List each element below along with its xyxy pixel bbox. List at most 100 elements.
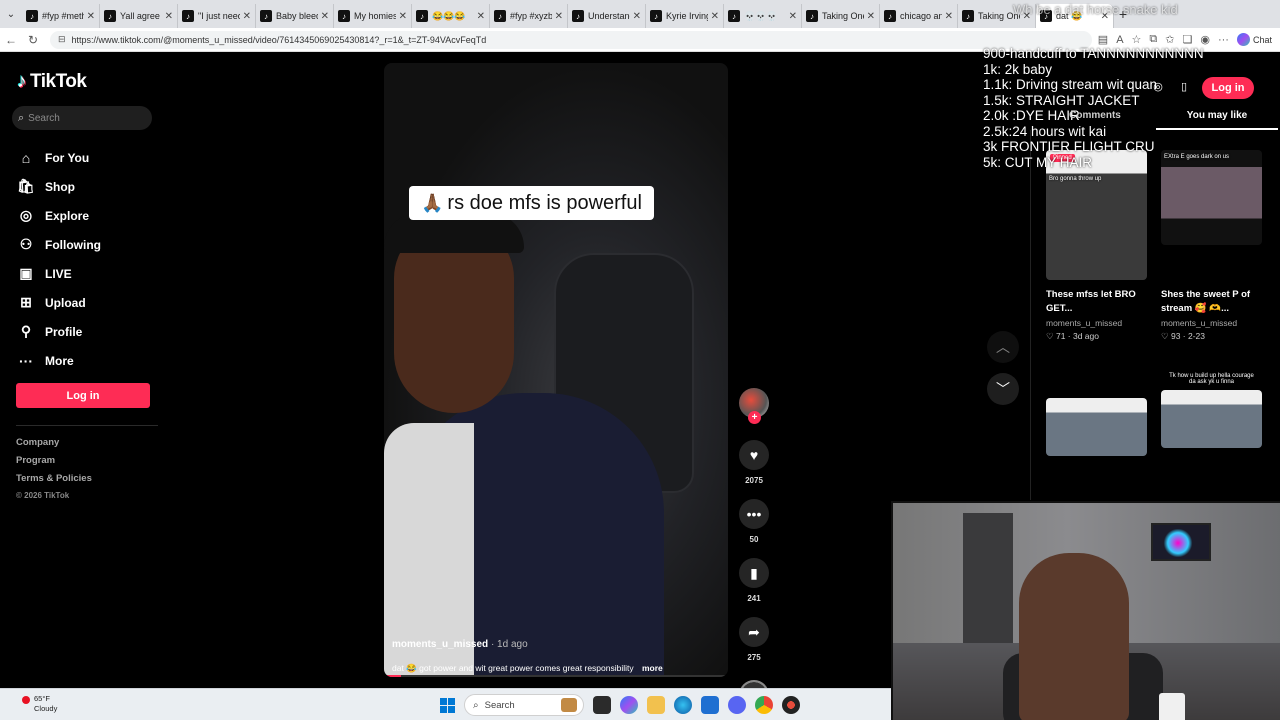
file-explorer-icon[interactable] bbox=[647, 696, 665, 714]
copilot-chat-button[interactable]: Chat bbox=[1236, 33, 1272, 46]
tab-close-icon[interactable]: ✕ bbox=[87, 11, 95, 22]
browser-tab[interactable]: ♪ #fyp #meth ✕ bbox=[22, 4, 100, 28]
sidebar-item-for-you[interactable]: ⌂ For You bbox=[17, 143, 157, 172]
share-arrow-icon[interactable]: ➦ bbox=[739, 617, 769, 647]
url-field[interactable]: ⊟ https://www.tiktok.com/@moments_u_miss… bbox=[50, 30, 1092, 49]
tab-close-icon[interactable]: ✕ bbox=[477, 11, 485, 22]
next-video-chevron-down-icon[interactable]: ﹀ bbox=[987, 373, 1019, 405]
footer-link-terms[interactable]: Terms & Policies bbox=[16, 473, 92, 491]
windows-taskbar: 65°F Cloudy ⌕ Search bbox=[0, 688, 891, 720]
browser-tab[interactable]: ♪ "I just need ✕ bbox=[178, 4, 256, 28]
edge-icon[interactable] bbox=[674, 696, 692, 714]
copilot-taskbar-icon[interactable] bbox=[620, 696, 638, 714]
browser-tab[interactable]: ♪ Kyrie Irving ✕ bbox=[646, 4, 724, 28]
share-action[interactable]: ➦ 275 bbox=[736, 617, 772, 662]
sidebar-item-shop[interactable]: 🛍 Shop bbox=[17, 172, 157, 201]
browser-tab[interactable]: ♪ 💀💀💀 ✕ bbox=[724, 4, 802, 28]
recommended-card[interactable]: Pinned Bro gonna throw up These mfss let… bbox=[1046, 150, 1147, 342]
recommended-thumbnail[interactable] bbox=[1161, 390, 1262, 448]
reload-icon[interactable]: ↻ bbox=[22, 33, 44, 47]
browser-tab[interactable]: ♪ Understand✕ bbox=[568, 4, 646, 28]
video-caption-overlay: 🙏🏾 rs doe mfs is powerful bbox=[409, 186, 654, 220]
browser-tab[interactable]: ♪ Taking One ✕ bbox=[802, 4, 880, 28]
tab-close-icon[interactable]: ✕ bbox=[555, 11, 563, 22]
discord-icon[interactable] bbox=[728, 696, 746, 714]
browser-tab[interactable]: ♪ 😂😂😂 ✕ bbox=[412, 4, 490, 28]
tiktok-logo[interactable]: ♪ TikTok bbox=[17, 71, 87, 93]
windows-start-icon[interactable] bbox=[440, 697, 455, 713]
tab-close-icon[interactable]: ✕ bbox=[321, 11, 329, 22]
footer-link-program[interactable]: Program bbox=[16, 455, 92, 473]
favorite-star-icon[interactable]: ☆ bbox=[1132, 33, 1142, 46]
recommended-title[interactable]: These mfss let BRO GET... bbox=[1046, 288, 1147, 316]
coins-icon[interactable]: ◎ bbox=[1150, 80, 1166, 96]
reading-mode-icon[interactable]: ▤ bbox=[1098, 33, 1108, 46]
settings-more-icon[interactable]: ··· bbox=[1218, 34, 1229, 46]
tab-you-may-like[interactable]: You may like bbox=[1156, 110, 1278, 130]
profile-avatar-icon[interactable]: ◉ bbox=[1200, 33, 1210, 46]
tab-close-icon[interactable]: ✕ bbox=[945, 11, 953, 22]
recommended-author[interactable]: moments_u_missed bbox=[1161, 318, 1262, 328]
login-button[interactable]: Log in bbox=[16, 383, 150, 408]
sidebar-item-live[interactable]: ▣ LIVE bbox=[17, 259, 157, 288]
like-action[interactable]: ♥ 2075 bbox=[736, 440, 772, 485]
phone-app-icon[interactable]: ▯ bbox=[1176, 80, 1192, 96]
back-icon[interactable]: ← bbox=[0, 33, 22, 47]
obs-icon[interactable] bbox=[782, 696, 800, 714]
chrome-icon[interactable] bbox=[755, 696, 773, 714]
comment-action[interactable]: ••• 50 bbox=[736, 499, 772, 544]
favorites-list-icon[interactable]: ✩ bbox=[1165, 33, 1174, 46]
task-view-icon[interactable] bbox=[593, 696, 611, 714]
recommended-card[interactable]: EXtra E goes dark on us Shes the sweet P… bbox=[1161, 150, 1262, 342]
comment-icon[interactable]: ••• bbox=[739, 499, 769, 529]
taskbar-search[interactable]: ⌕ Search bbox=[464, 694, 584, 716]
sidebar-item-explore[interactable]: ◎ Explore bbox=[17, 201, 157, 230]
browser-tab[interactable]: ♪ #fyp #xyzb ✕ bbox=[490, 4, 568, 28]
store-icon[interactable] bbox=[701, 696, 719, 714]
comment-count: 50 bbox=[749, 535, 759, 544]
heart-icon[interactable]: ♥ bbox=[739, 440, 769, 470]
tab-close-icon[interactable]: ✕ bbox=[711, 11, 719, 22]
sidebar-item-more[interactable]: ··· More bbox=[17, 346, 157, 375]
sidebar-item-upload[interactable]: ⊞ Upload bbox=[17, 288, 157, 317]
bookmark-icon[interactable]: ▮ bbox=[739, 558, 769, 588]
browser-tab[interactable]: ♪ chicago an ✕ bbox=[880, 4, 958, 28]
sidebar-nav: ⌂ For You 🛍 Shop ◎ Explore ⚇ Following ▣ LIVE ⊞ Upl… bbox=[17, 143, 157, 375]
video-description-text: dat 😂 got power and wit great power come… bbox=[392, 663, 634, 673]
search-input[interactable]: ⌕ Search bbox=[12, 106, 152, 130]
tab-close-icon[interactable]: ✕ bbox=[633, 11, 641, 22]
recommended-title[interactable]: Shes the sweet P of stream 🥰 🫶... bbox=[1161, 288, 1262, 316]
tab-comments[interactable]: Comments bbox=[1034, 110, 1156, 130]
weather-widget[interactable]: 65°F Cloudy bbox=[18, 694, 57, 714]
tab-close-icon[interactable]: ✕ bbox=[867, 11, 875, 22]
sidebar-item-following[interactable]: ⚇ Following bbox=[17, 230, 157, 259]
tab-close-icon[interactable]: ✕ bbox=[789, 11, 797, 22]
video-progress-bar[interactable] bbox=[384, 675, 728, 677]
video-player[interactable]: 🙏🏾 rs doe mfs is powerful moments_u_miss… bbox=[384, 63, 728, 677]
more-link[interactable]: more bbox=[642, 663, 663, 673]
tab-close-icon[interactable]: ✕ bbox=[243, 11, 251, 22]
recommended-card[interactable] bbox=[1046, 398, 1147, 456]
tab-close-icon[interactable]: ✕ bbox=[399, 11, 407, 22]
extensions-icon[interactable]: ⧉ bbox=[1149, 33, 1157, 46]
save-action[interactable]: ▮ 241 bbox=[736, 558, 772, 603]
follow-plus-icon[interactable]: + bbox=[748, 411, 761, 424]
video-author[interactable]: moments_u_missed · 1d ago bbox=[392, 639, 528, 650]
tab-close-icon[interactable]: ✕ bbox=[165, 11, 173, 22]
header-login-button[interactable]: Log in bbox=[1202, 77, 1254, 99]
recommended-thumbnail[interactable] bbox=[1046, 398, 1147, 456]
previous-video-chevron-up-icon[interactable]: ︿ bbox=[987, 331, 1019, 363]
site-info-icon[interactable]: ⊟ bbox=[58, 34, 66, 45]
tab-search-menu-icon[interactable]: ⌄ bbox=[0, 0, 22, 28]
recommended-card[interactable]: Tk how u build up hella courage da ask y… bbox=[1161, 372, 1262, 448]
creator-avatar[interactable]: + bbox=[739, 388, 769, 424]
collections-icon[interactable]: ❏ bbox=[1183, 33, 1193, 46]
recommended-author[interactable]: moments_u_missed bbox=[1046, 318, 1147, 328]
tab-favicon-icon: ♪ bbox=[650, 10, 662, 22]
browser-tab[interactable]: ♪ My homies ✕ bbox=[334, 4, 412, 28]
browser-tab[interactable]: ♪ Yall agree ✕ bbox=[100, 4, 178, 28]
browser-tab[interactable]: ♪ Baby bleed ✕ bbox=[256, 4, 334, 28]
sidebar-item-profile[interactable]: ⚲ Profile bbox=[17, 317, 157, 346]
footer-link-company[interactable]: Company bbox=[16, 437, 92, 455]
read-aloud-icon[interactable]: A bbox=[1116, 34, 1123, 46]
